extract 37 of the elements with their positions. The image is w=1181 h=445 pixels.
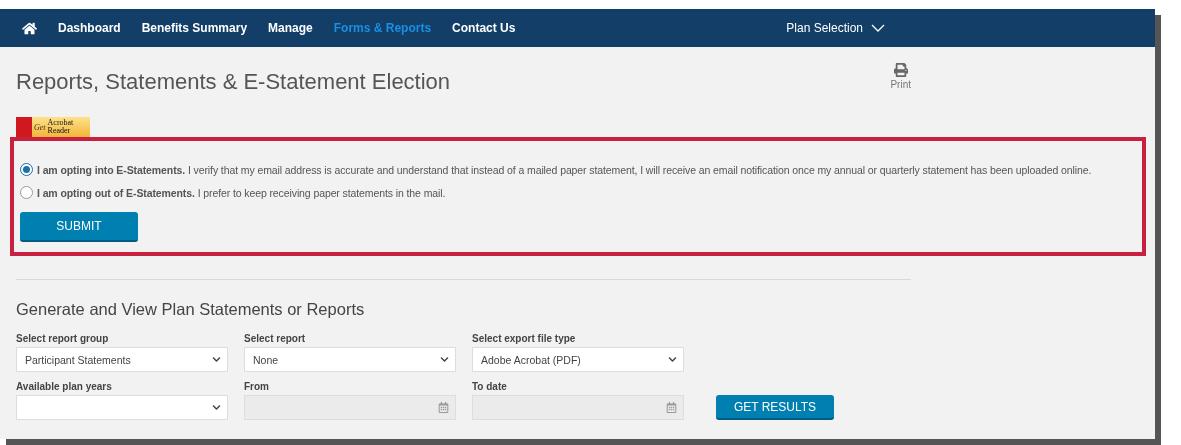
radio-button[interactable]: [20, 186, 33, 199]
field-label: Available plan years: [16, 381, 113, 392]
plan-selection-dropdown[interactable]: Plan Selection: [786, 21, 885, 35]
field-label: Select report group: [16, 333, 110, 344]
chevron-down-icon: [440, 355, 449, 364]
date-field[interactable]: [472, 395, 684, 420]
badge-text: Acrobat Reader: [47, 119, 74, 135]
print-button[interactable]: Print: [890, 63, 911, 90]
nav-link[interactable]: Dashboard: [58, 21, 121, 35]
calendar-icon: [666, 402, 677, 413]
page-title: Reports, Statements & E-Statement Election: [16, 69, 451, 95]
option-text: I am opting out of E-Statements. I prefer to keep receiving paper statements in the mail.: [37, 186, 446, 199]
select-field[interactable]: Adobe Acrobat (PDF): [472, 347, 684, 372]
chevron-down-icon: [212, 403, 221, 412]
select-field[interactable]: None: [244, 347, 456, 372]
badge-text: Get: [34, 122, 46, 132]
calendar-icon: [438, 402, 449, 413]
radio-button[interactable]: [20, 163, 33, 176]
select-field[interactable]: Participant Statements: [16, 347, 228, 372]
option-text: I am opting into E-Statements. I verify that my email address is accurate and understand that instead of a mailed paper statement, I will receive an email notification once my annual or quarterly statement has been uploaded online.: [37, 163, 1092, 176]
field-label: Select report: [244, 333, 307, 344]
field-label: From: [244, 381, 270, 392]
chevron-down-icon: [871, 24, 885, 32]
home-icon[interactable]: [22, 20, 37, 36]
nav-link[interactable]: Contact Us: [452, 21, 516, 35]
nav-link[interactable]: Manage: [268, 21, 313, 35]
select-field[interactable]: [16, 395, 228, 420]
nav-link[interactable]: Benefits Summary: [141, 21, 248, 35]
section-heading: Generate and View Plan Statements or Reports: [16, 300, 366, 319]
field-label: Select export file type: [472, 333, 577, 344]
chevron-down-icon: [668, 355, 677, 364]
get-results-button[interactable]: GET RESULTS: [716, 395, 834, 420]
chevron-down-icon: [212, 355, 221, 364]
printer-icon: [893, 63, 908, 77]
submit-button[interactable]: SUBMIT: [20, 212, 138, 242]
date-field[interactable]: [244, 395, 456, 420]
field-label: To date: [472, 381, 508, 392]
